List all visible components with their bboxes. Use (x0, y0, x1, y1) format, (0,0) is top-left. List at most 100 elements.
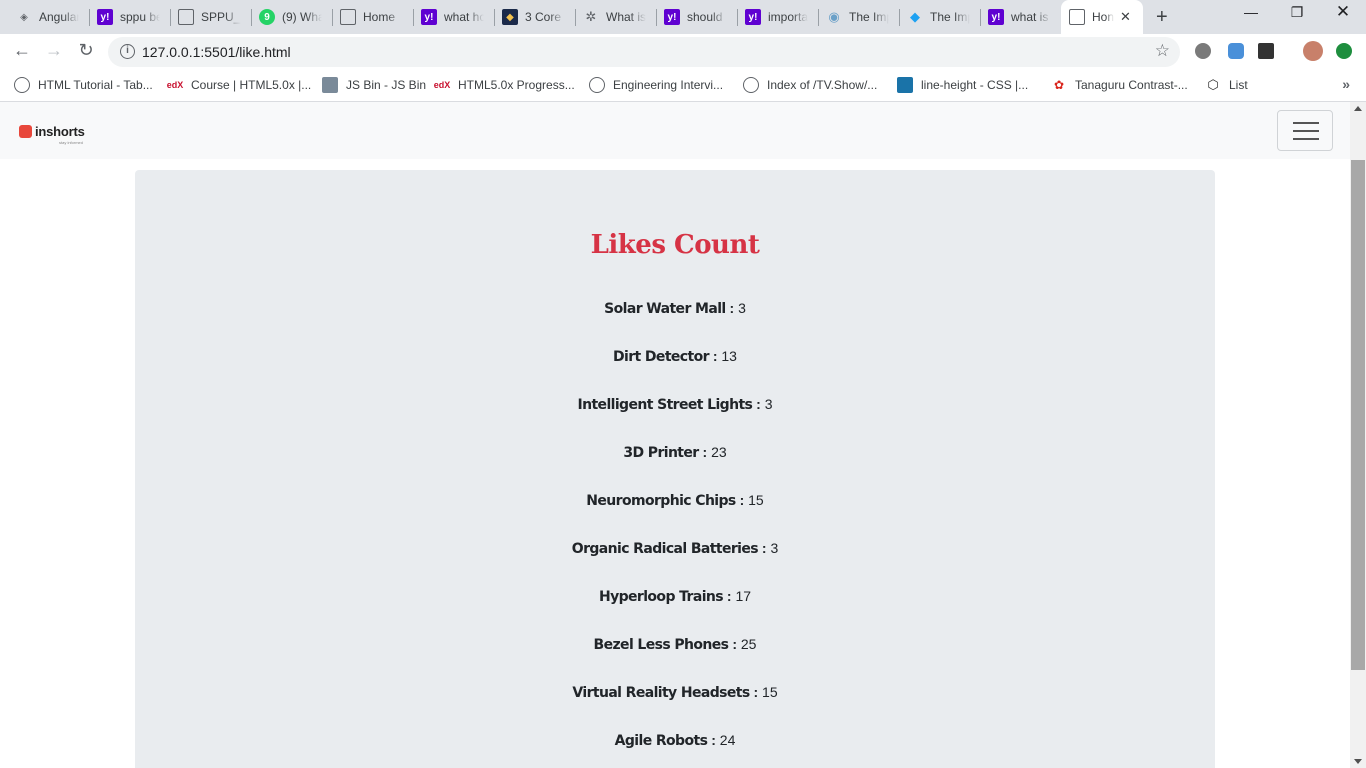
tab-label: Hon (1092, 10, 1114, 24)
bookmark-label: HTML5.0x Progress... (458, 78, 575, 92)
tab-label: what is (1011, 10, 1049, 24)
like-name: Solar Water Mall (604, 301, 726, 317)
scroll-down-arrow-icon[interactable] (1354, 759, 1362, 764)
bookmark-label: Course | HTML5.0x |... (191, 78, 312, 92)
like-count: 17 (735, 588, 752, 604)
bookmark-item[interactable]: edX HTML5.0x Progress... (434, 77, 575, 93)
maximize-button[interactable]: ❐ (1274, 4, 1320, 21)
like-count: 15 (748, 492, 764, 508)
likes-card: Likes Count Solar Water Mall : 3 Dirt De… (135, 170, 1215, 768)
like-item: Dirt Detector : 13 (135, 348, 1215, 365)
globe-icon (178, 9, 194, 25)
bookmark-item[interactable]: JS Bin - JS Bin (322, 77, 426, 93)
bookmark-item[interactable]: ⬡ List (1205, 77, 1247, 93)
browser-tab[interactable]: y! importa (737, 4, 817, 30)
new-tab-button[interactable]: + (1156, 6, 1168, 29)
bookmarks-overflow-button[interactable]: » (1342, 76, 1350, 92)
like-separator: : (732, 636, 737, 652)
globe-icon (743, 77, 759, 93)
like-count: 15 (762, 684, 778, 700)
bookmark-item[interactable]: line-height - CSS |... (897, 77, 1028, 93)
tab-label: what hc (444, 10, 484, 24)
navbar-toggler-button[interactable] (1277, 110, 1333, 151)
browser-tab[interactable]: Home (332, 4, 412, 30)
tree-icon: ✲ (585, 9, 597, 24)
like-name: Bezel Less Phones (593, 637, 729, 653)
minimize-button[interactable]: — (1228, 4, 1274, 20)
browser-tab[interactable]: ◈ Angular (8, 4, 88, 30)
site-logo[interactable]: inshorts stay informed (19, 124, 85, 145)
browser-tab[interactable]: y! what hc (413, 4, 493, 30)
tab-label: Home (363, 10, 396, 24)
site-navbar: inshorts stay informed (0, 102, 1350, 159)
site-icon: ◆ (502, 9, 518, 25)
tab-strip: ◈ Angular y! sppu be SPPU_B 9 (9) Wha Ho… (0, 0, 1366, 34)
browser-tab[interactable]: y! what is (980, 4, 1060, 30)
scroll-up-arrow-icon[interactable] (1354, 106, 1362, 111)
like-count: 23 (711, 444, 727, 460)
browser-tab[interactable]: y! sppu be (89, 4, 169, 30)
like-item: Virtual Reality Headsets : 15 (135, 684, 1215, 701)
like-count: 24 (719, 732, 736, 748)
bookmark-item[interactable]: Engineering Intervi... (589, 77, 723, 93)
bookmark-item[interactable]: HTML Tutorial - Tab... (14, 77, 153, 93)
yahoo-icon: y! (421, 9, 437, 25)
logo-tagline: stay informed (59, 140, 84, 145)
page-scrollbar[interactable] (1350, 102, 1366, 768)
browser-tab[interactable]: y! should (656, 4, 736, 30)
like-item: Bezel Less Phones : 25 (135, 636, 1215, 653)
reload-button[interactable]: ↻ (74, 40, 98, 61)
like-item: Organic Radical Batteries : 3 (135, 540, 1215, 557)
bookmark-item[interactable]: edX Course | HTML5.0x |... (167, 77, 312, 93)
like-count: 3 (770, 540, 779, 556)
like-item: Neuromorphic Chips : 15 (135, 492, 1215, 509)
like-separator: : (739, 492, 745, 508)
browser-tab[interactable]: ◆ The Imp (899, 4, 979, 30)
extension-icon[interactable] (1228, 43, 1244, 59)
like-name: Dirt Detector (613, 349, 710, 365)
close-window-button[interactable]: ✕ (1320, 2, 1366, 22)
avatar[interactable] (1303, 41, 1323, 61)
info-icon[interactable]: i (120, 44, 135, 59)
url-text[interactable]: 127.0.0.1:5501/like.html (142, 44, 291, 60)
close-icon[interactable]: ✕ (1120, 9, 1131, 25)
eye-icon: ◉ (828, 9, 840, 24)
browser-tab[interactable]: ◆ 3 Core (494, 4, 574, 30)
bookmark-star-icon[interactable]: ☆ (1155, 41, 1170, 61)
back-button[interactable]: ← (10, 40, 34, 61)
page-viewport: inshorts stay informed Likes Count Solar… (0, 102, 1350, 768)
tab-label: sppu be (120, 10, 160, 24)
bookmark-item[interactable]: ✿ Tanaguru Contrast-... (1051, 77, 1188, 93)
like-name: Hyperloop Trains (598, 589, 724, 605)
browser-tab[interactable]: SPPU_B (170, 4, 250, 30)
forward-button[interactable]: → (42, 40, 66, 61)
like-separator: : (729, 300, 735, 316)
tab-label: should (687, 10, 723, 24)
update-icon[interactable] (1336, 43, 1352, 59)
whatsapp-icon: 9 (259, 9, 275, 25)
like-count: 13 (721, 348, 737, 364)
extension-icon[interactable] (1195, 43, 1211, 59)
jsbin-icon (322, 77, 338, 93)
like-name: Neuromorphic Chips (586, 493, 736, 509)
address-bar[interactable]: i 127.0.0.1:5501/like.html ☆ (108, 37, 1180, 67)
like-item: Solar Water Mall : 3 (135, 300, 1215, 317)
browser-tab[interactable]: ◉ The Imp (818, 4, 898, 30)
browser-tab[interactable]: 9 (9) Wha (251, 4, 331, 30)
bookmark-label: Engineering Intervi... (613, 78, 724, 92)
like-name: Agile Robots (614, 733, 708, 749)
tab-label: What is (606, 10, 646, 24)
extension-icon[interactable] (1258, 43, 1274, 59)
bookmark-label: line-height - CSS |... (921, 78, 1029, 92)
logo-text: inshorts (35, 124, 85, 139)
diamond-icon: ◆ (910, 9, 920, 24)
active-tab[interactable]: Hon ✕ (1061, 0, 1143, 34)
browser-tab[interactable]: ✲ What is (575, 4, 655, 30)
bookmark-item[interactable]: Index of /TV.Show/... (743, 77, 877, 93)
scroll-thumb[interactable] (1351, 160, 1365, 670)
yahoo-icon: y! (97, 9, 113, 25)
like-item: Agile Robots : 24 (135, 732, 1215, 749)
globe-icon (589, 77, 605, 93)
hamburger-icon (1293, 138, 1319, 140)
angular-icon: ◈ (20, 11, 28, 23)
